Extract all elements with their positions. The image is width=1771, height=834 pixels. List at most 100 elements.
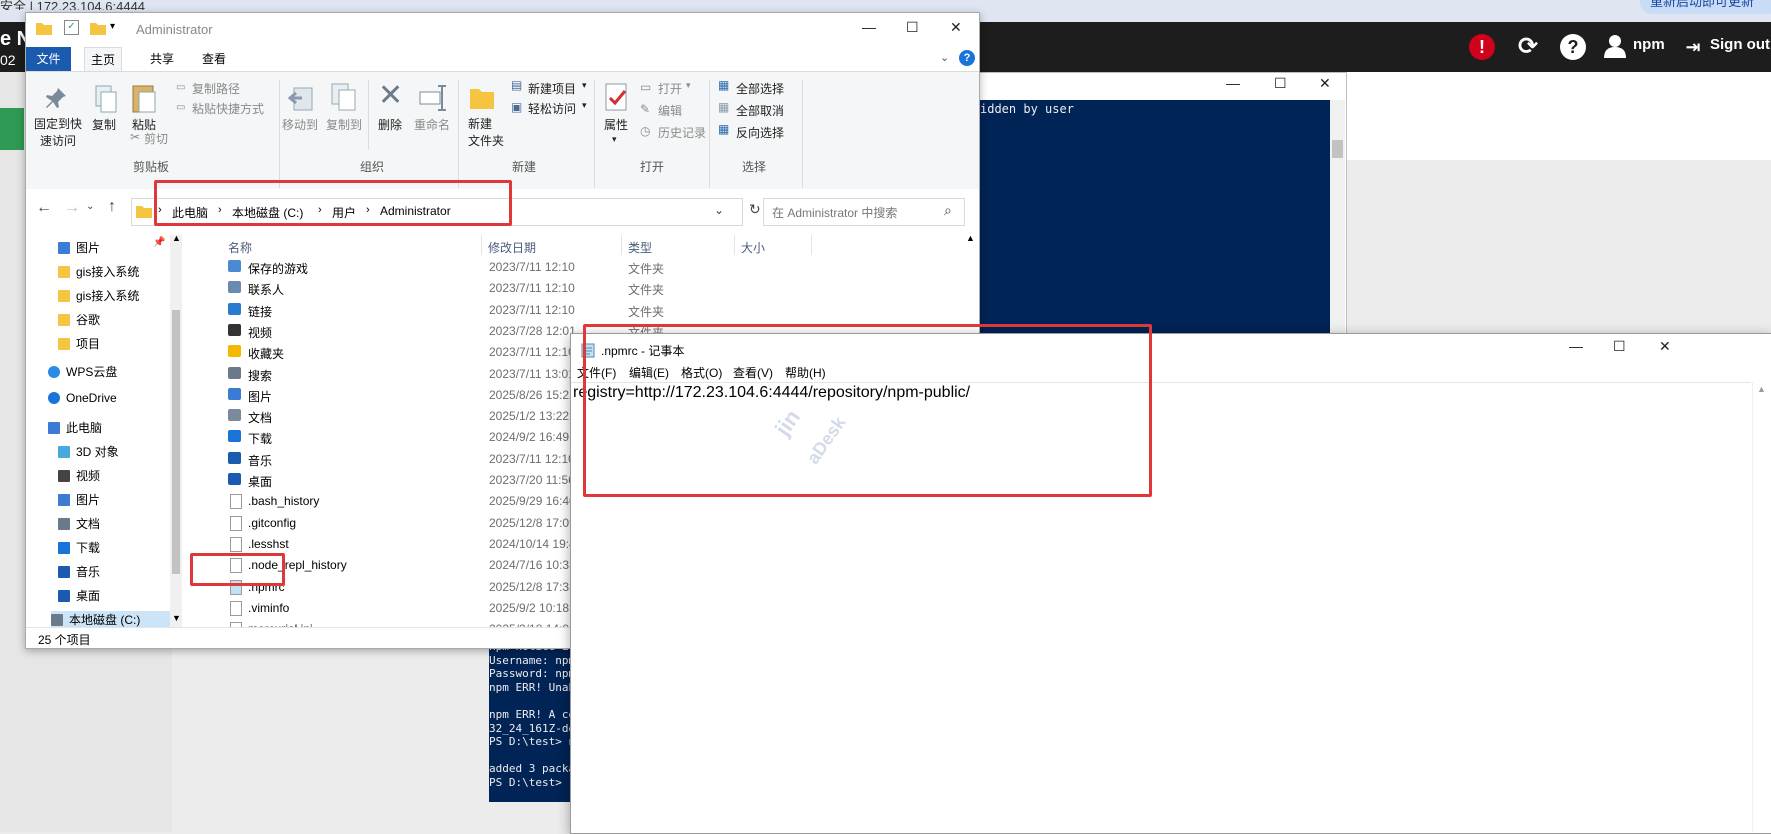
user-icon[interactable]	[1602, 34, 1628, 60]
tab-home[interactable]: 主页	[84, 47, 123, 72]
file-date: 2023/7/11 13:01	[489, 366, 575, 381]
chevron-down-icon[interactable]: ▾	[582, 100, 587, 111]
column-divider[interactable]	[811, 235, 812, 255]
help-icon[interactable]: ?	[959, 50, 975, 66]
text-area-scrollbar[interactable]: ▲	[1752, 382, 1770, 832]
easy-access-button[interactable]: 轻松访问	[528, 100, 576, 117]
copy-path-button[interactable]: 复制路径	[192, 80, 240, 97]
explorer-titlebar[interactable]: ✓ ▾ Administrator — ☐ ✕	[26, 13, 979, 45]
collapse-ribbon-icon[interactable]: ⌄	[940, 51, 949, 64]
history-button[interactable]: 历史记录	[658, 124, 706, 141]
chevron-down-icon[interactable]: ▾	[612, 134, 617, 145]
close-button[interactable]: ✕	[950, 19, 962, 36]
nav-item[interactable]: 项目	[58, 335, 100, 352]
folder-icon[interactable]	[90, 21, 106, 35]
chevron-down-icon[interactable]: ▾	[110, 21, 115, 32]
tab-share[interactable]: 共享	[144, 49, 180, 69]
open-button[interactable]: 打开	[658, 80, 682, 97]
sign-out-link[interactable]: Sign out	[1710, 36, 1770, 53]
new-item-button[interactable]: 新建项目	[528, 80, 576, 97]
pin-quick-access-button[interactable]: 固定到快 速访问	[34, 116, 82, 150]
forward-arrow-icon[interactable]: →	[64, 199, 80, 217]
minimize-button[interactable]: —	[1226, 75, 1240, 91]
close-button[interactable]: ✕	[1659, 338, 1671, 355]
maximize-button[interactable]: ☐	[906, 19, 919, 36]
scroll-up-icon[interactable]: ▲	[172, 233, 181, 243]
cut-button[interactable]: 剪切	[144, 130, 168, 147]
sign-out-icon[interactable]: ⇥	[1680, 34, 1706, 60]
search-icon[interactable]: ⌕	[944, 202, 952, 219]
column-header-name[interactable]: 名称	[228, 239, 252, 256]
recent-locations-icon[interactable]: ⌄	[86, 201, 94, 212]
chevron-down-icon[interactable]: ▾	[582, 80, 587, 91]
nav-item[interactable]: 本地磁盘 (C:)	[51, 611, 171, 628]
nav-item[interactable]: WPS云盘	[48, 363, 117, 380]
paste-shortcut-button[interactable]: 粘贴快捷方式	[192, 100, 264, 117]
move-to-button[interactable]: 移动到	[282, 116, 318, 133]
scroll-up-icon[interactable]: ▲	[1757, 384, 1766, 394]
select-all-button[interactable]: 全部选择	[736, 80, 784, 97]
column-header-type[interactable]: 类型	[628, 239, 652, 256]
scroll-thumb[interactable]	[172, 310, 180, 574]
nav-item[interactable]: 音乐	[58, 563, 100, 580]
maximize-button[interactable]: ☐	[1613, 338, 1626, 355]
nav-item[interactable]: 此电脑	[48, 419, 102, 436]
scroll-thumb[interactable]	[1332, 140, 1343, 158]
column-header-date[interactable]: 修改日期	[488, 239, 536, 256]
copy-to-button[interactable]: 复制到	[326, 116, 362, 133]
delete-button[interactable]: 删除	[378, 116, 402, 133]
file-row[interactable]: 联系人 2023/7/11 12:10 文件夹	[196, 278, 976, 299]
browser-url-text[interactable]: 安全 | 172.23.104.6:4444	[0, 0, 260, 10]
nav-item[interactable]: gis接入系统	[58, 263, 139, 280]
select-none-button[interactable]: 全部取消	[736, 102, 784, 119]
quick-access-toolbar[interactable]: ✓	[64, 20, 79, 35]
scroll-down-icon[interactable]: ▼	[172, 613, 181, 623]
search-input[interactable]: 在 Administrator 中搜索	[772, 204, 897, 221]
nav-item[interactable]: OneDrive	[48, 391, 117, 405]
properties-button[interactable]: 属性	[604, 116, 628, 133]
copy-button[interactable]: 复制	[92, 116, 116, 133]
search-box[interactable]: 在 Administrator 中搜索 ⌕	[763, 198, 965, 226]
column-divider[interactable]	[734, 235, 735, 255]
refresh-icon[interactable]: ⟳	[1515, 34, 1541, 60]
new-folder-button[interactable]: 新建 文件夹	[468, 116, 504, 150]
nav-pane-scrollbar[interactable]: ▲ ▼	[170, 233, 182, 627]
file-row[interactable]: 保存的游戏 2023/7/11 12:10 文件夹	[196, 257, 976, 278]
nav-item[interactable]: 下载	[58, 539, 100, 556]
nav-item[interactable]: gis接入系统	[58, 287, 139, 304]
browser-notification-pill[interactable]: 重新启动即可更新	[1640, 0, 1771, 14]
file-row[interactable]: 链接 2023/7/11 12:10 文件夹	[196, 300, 976, 321]
column-divider[interactable]	[621, 235, 622, 255]
powershell-scrollbar[interactable]	[1330, 100, 1345, 344]
edit-button[interactable]: 编辑	[658, 102, 682, 119]
tab-file[interactable]: 文件	[26, 47, 71, 71]
user-name[interactable]: npm	[1633, 36, 1665, 53]
powershell-console[interactable]: idden by user	[960, 100, 1330, 344]
tab-view[interactable]: 查看	[196, 49, 232, 69]
refresh-icon[interactable]: ↻	[749, 201, 761, 218]
nav-item[interactable]: 视频	[58, 467, 100, 484]
column-divider[interactable]	[481, 235, 482, 255]
help-icon[interactable]: ?	[1560, 34, 1586, 60]
minimize-button[interactable]: —	[1569, 338, 1583, 354]
maximize-button[interactable]: ☐	[1274, 75, 1287, 92]
close-button[interactable]: ✕	[1319, 75, 1331, 92]
invert-selection-button[interactable]: 反向选择	[736, 124, 784, 141]
alert-icon[interactable]: !	[1469, 34, 1495, 60]
nav-item[interactable]: 文档	[58, 515, 100, 532]
column-header-size[interactable]: 大小	[741, 239, 765, 256]
scroll-up-icon[interactable]: ▲	[966, 233, 975, 243]
up-arrow-icon[interactable]: ↑	[108, 198, 116, 216]
chevron-down-icon[interactable]: ▾	[686, 80, 691, 91]
powershell-console-lower[interactable]: npm notice LoUsername: npmPassword: npmn…	[489, 640, 581, 802]
nav-item[interactable]: 图片	[58, 491, 100, 508]
nav-item[interactable]: 谷歌	[58, 311, 100, 328]
nav-item[interactable]: 桌面	[58, 587, 100, 604]
nav-item[interactable]: 3D 对象	[58, 443, 119, 460]
file-name: 搜索	[248, 368, 273, 383]
rename-button[interactable]: 重命名	[414, 116, 450, 133]
nav-item[interactable]: 图片	[58, 239, 100, 256]
chevron-down-icon[interactable]: ⌄	[714, 203, 724, 217]
minimize-button[interactable]: —	[862, 19, 876, 35]
back-arrow-icon[interactable]: ←	[36, 199, 52, 217]
